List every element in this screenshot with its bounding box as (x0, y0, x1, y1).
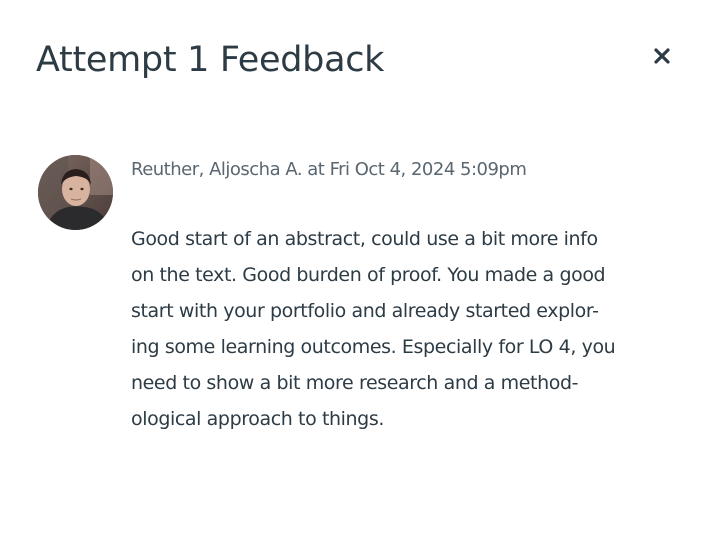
dialog-title: Attempt 1 Feedback (36, 40, 385, 80)
comment-line: start with your portfolio and already st… (131, 300, 599, 322)
comment-line: on the text. Good burden of proof. You m… (131, 264, 606, 286)
comment-text: Good start of an abstract, could use a b… (131, 221, 691, 437)
comment-meta: Reuther, Aljoscha A. at Fri Oct 4, 2024 … (131, 159, 527, 180)
close-button[interactable] (648, 42, 676, 70)
comment-line: Good start of an abstract, could use a b… (131, 228, 598, 250)
avatar (38, 155, 113, 230)
comment-line: need to show a bit more research and a m… (131, 372, 579, 394)
comment-line: ological approach to things. (131, 408, 384, 430)
dialog-header: Attempt 1 Feedback (36, 36, 696, 86)
comment-line: ing some learning outcomes. Especially f… (131, 336, 616, 358)
close-icon (648, 42, 676, 70)
feedback-dialog: Attempt 1 Feedback Reuther, Aljoscha A. … (0, 0, 719, 534)
